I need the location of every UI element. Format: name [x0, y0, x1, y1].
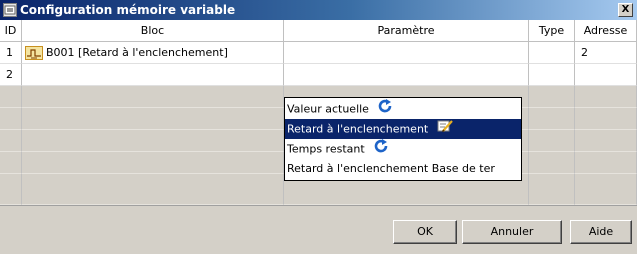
row-parametre[interactable]: [284, 42, 529, 64]
option-temps-restant[interactable]: Temps restant: [285, 139, 521, 159]
table-row[interactable]: 2: [0, 64, 637, 86]
row-bloc[interactable]: [22, 64, 284, 86]
column-header-bloc[interactable]: Bloc: [22, 20, 284, 42]
row-bloc-label: B001 [Retard à l'enclenchement]: [46, 46, 228, 59]
refresh-icon: [377, 99, 393, 119]
ok-button[interactable]: OK: [393, 220, 457, 244]
window-title: Configuration mémoire variable: [20, 3, 236, 17]
option-label: Retard à l'enclenchement Base de ter: [287, 162, 495, 175]
option-label: Retard à l'enclenchement: [287, 122, 429, 136]
row-type: [529, 42, 575, 64]
app-icon: [3, 3, 17, 17]
column-header-type[interactable]: Type: [529, 20, 575, 42]
refresh-icon: [373, 139, 389, 159]
config-dialog: Configuration mémoire variable X ID Bloc…: [0, 0, 637, 254]
column-header-adresse[interactable]: Adresse: [575, 20, 637, 42]
title-bar[interactable]: Configuration mémoire variable X: [0, 0, 637, 20]
row-type: [529, 64, 575, 86]
help-button[interactable]: Aide: [570, 220, 632, 244]
table-row[interactable]: 1 B001 [Retard à l'enclenchement] 2: [0, 42, 637, 64]
option-retard-base-temps[interactable]: Retard à l'enclenchement Base de ter: [285, 159, 521, 179]
row-adresse[interactable]: [575, 64, 637, 86]
option-valeur-actuelle[interactable]: Valeur actuelle: [285, 99, 521, 119]
close-button[interactable]: X: [618, 3, 633, 17]
on-delay-block-icon: [25, 45, 43, 61]
parameter-dropdown-list: Valeur actuelle Retard à l'enclenchement: [284, 97, 522, 181]
edit-icon: [437, 119, 453, 139]
row-id: 2: [0, 64, 22, 86]
row-parametre[interactable]: [284, 64, 529, 86]
button-bar: OK Annuler Aide: [0, 205, 637, 254]
row-bloc[interactable]: B001 [Retard à l'enclenchement]: [22, 42, 284, 64]
row-id: 1: [0, 42, 22, 64]
column-header-parametre[interactable]: Paramètre: [284, 20, 529, 42]
cancel-button[interactable]: Annuler: [462, 220, 562, 244]
column-header-id[interactable]: ID: [0, 20, 22, 42]
option-retard-enclenchement[interactable]: Retard à l'enclenchement: [285, 119, 521, 139]
option-label: Temps restant: [287, 142, 365, 156]
option-label: Valeur actuelle: [287, 102, 369, 116]
row-adresse[interactable]: 2: [575, 42, 637, 64]
